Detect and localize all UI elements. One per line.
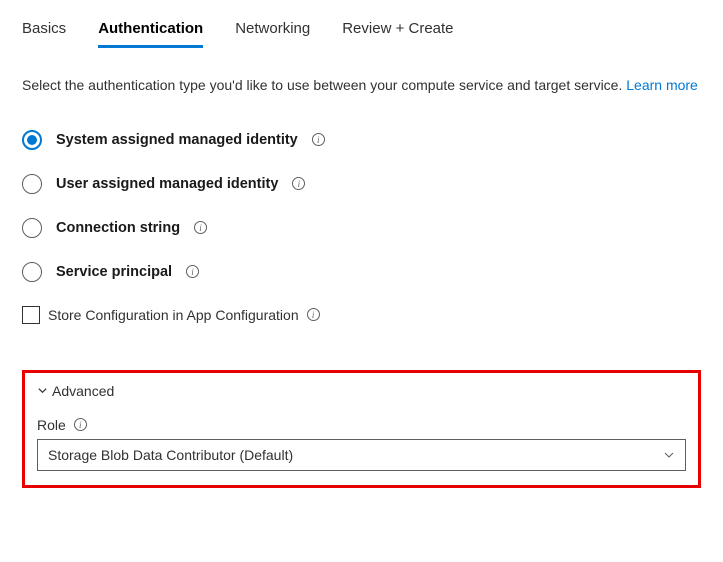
radio-icon <box>22 218 42 238</box>
radio-label: User assigned managed identity <box>56 176 278 192</box>
info-icon[interactable]: i <box>292 177 305 190</box>
role-dropdown[interactable]: Storage Blob Data Contributor (Default) <box>37 439 686 471</box>
role-value: Storage Blob Data Contributor (Default) <box>48 447 293 463</box>
checkbox-icon <box>22 306 40 324</box>
role-label-row: Role i <box>37 417 686 433</box>
radio-connection-string[interactable]: Connection string i <box>22 218 701 238</box>
advanced-toggle[interactable]: Advanced <box>37 383 686 399</box>
tab-networking[interactable]: Networking <box>235 20 310 48</box>
tab-authentication[interactable]: Authentication <box>98 20 203 48</box>
tab-bar: Basics Authentication Networking Review … <box>22 20 701 48</box>
role-label: Role <box>37 417 66 433</box>
radio-system-assigned[interactable]: System assigned managed identity i <box>22 130 701 150</box>
radio-icon <box>22 262 42 282</box>
tab-review-create[interactable]: Review + Create <box>342 20 453 48</box>
advanced-label: Advanced <box>52 383 114 399</box>
info-icon[interactable]: i <box>74 418 87 431</box>
advanced-section: Advanced Role i Storage Blob Data Contri… <box>22 370 701 488</box>
chevron-down-icon <box>37 385 48 396</box>
radio-label: Connection string <box>56 220 180 236</box>
info-icon[interactable]: i <box>312 133 325 146</box>
intro-msg: Select the authentication type you'd lik… <box>22 77 626 93</box>
radio-service-principal[interactable]: Service principal i <box>22 262 701 282</box>
chevron-down-icon <box>663 449 675 461</box>
radio-user-assigned[interactable]: User assigned managed identity i <box>22 174 701 194</box>
checkbox-label: Store Configuration in App Configuration <box>48 307 299 323</box>
info-icon[interactable]: i <box>186 265 199 278</box>
radio-icon <box>22 174 42 194</box>
checkbox-store-config[interactable]: Store Configuration in App Configuration… <box>22 306 701 324</box>
learn-more-link[interactable]: Learn more <box>626 77 698 93</box>
radio-label: System assigned managed identity <box>56 132 298 148</box>
tab-basics[interactable]: Basics <box>22 20 66 48</box>
info-icon[interactable]: i <box>194 221 207 234</box>
intro-text: Select the authentication type you'd lik… <box>22 76 701 96</box>
info-icon[interactable]: i <box>307 308 320 321</box>
radio-label: Service principal <box>56 264 172 280</box>
radio-icon <box>22 130 42 150</box>
